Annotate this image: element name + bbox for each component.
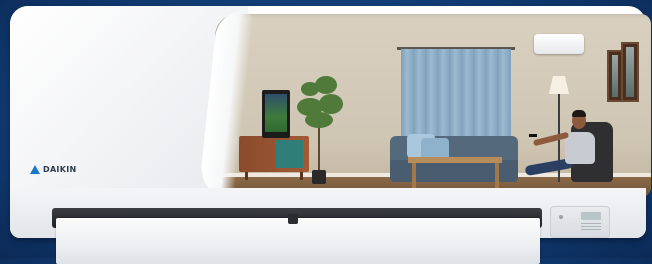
daikin-logo-icon	[30, 164, 40, 174]
air-conditioner-unit: DAIKIN	[10, 6, 651, 264]
lcd-window	[581, 212, 601, 220]
plant-leaves	[319, 94, 343, 114]
flap-hinge	[288, 214, 298, 224]
brand-logo: DAIKIN	[30, 163, 76, 175]
air-flap	[56, 218, 540, 264]
tv-stand	[239, 136, 309, 180]
person-arm	[532, 131, 570, 147]
indicator-display	[550, 206, 610, 238]
television	[262, 90, 290, 138]
plant-pot	[312, 170, 326, 184]
plant	[318, 124, 320, 172]
vent-grille	[581, 223, 601, 231]
remote-control	[529, 134, 537, 137]
living-room-scene	[215, 14, 651, 197]
person-hair	[572, 110, 586, 117]
person-body	[565, 132, 595, 164]
wall-ac-unit	[534, 34, 584, 54]
plant-leaves	[315, 76, 337, 94]
indicator-light-icon	[559, 215, 563, 219]
wall-picture	[621, 42, 639, 102]
brand-name: DAIKIN	[43, 164, 77, 174]
floor-lamp-shade	[549, 76, 569, 94]
plant-leaves	[305, 112, 333, 128]
coffee-table	[408, 157, 502, 163]
